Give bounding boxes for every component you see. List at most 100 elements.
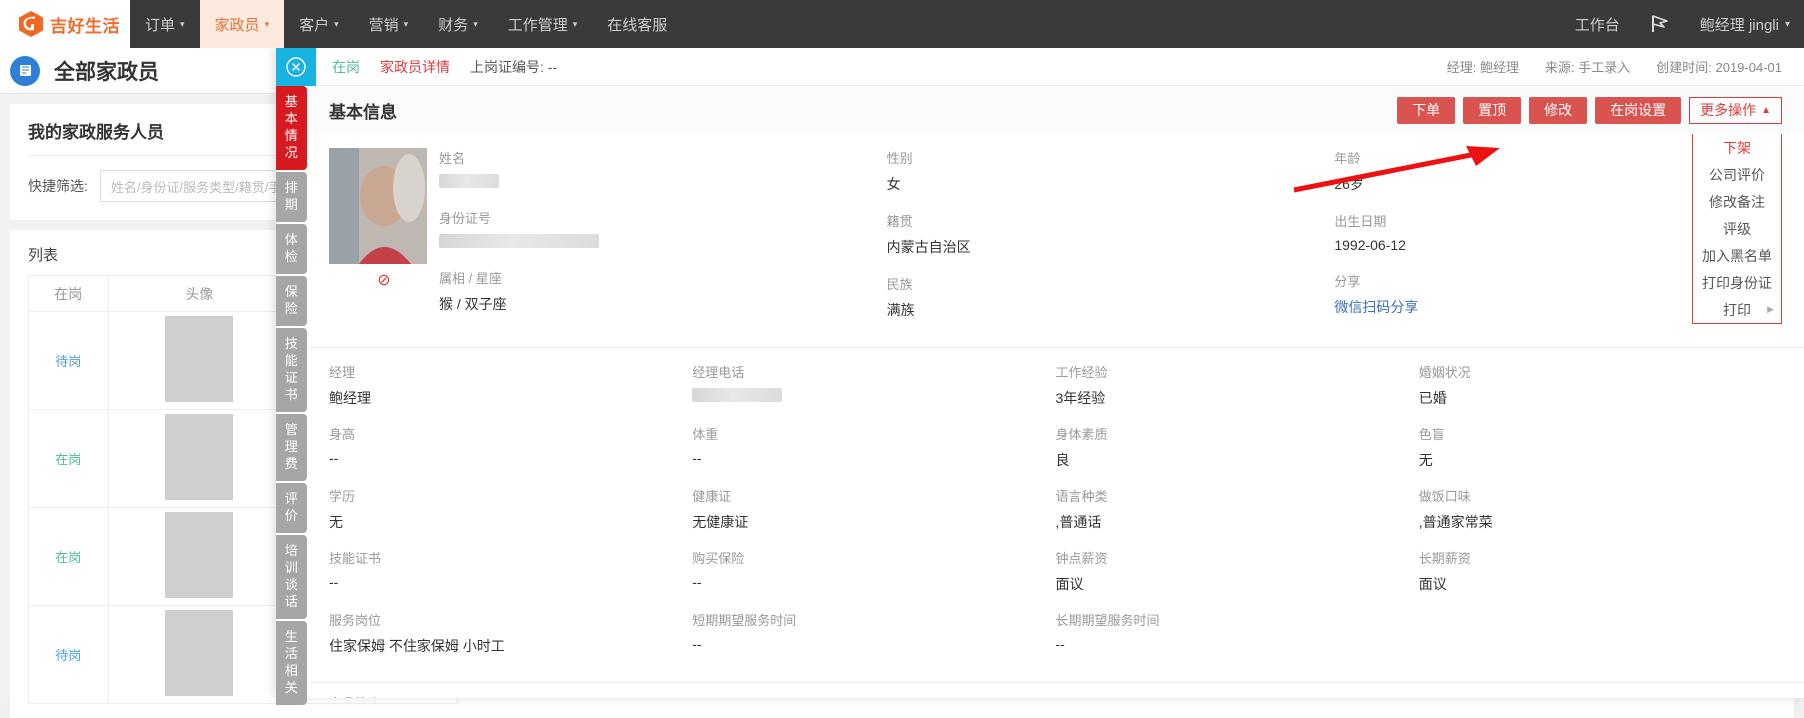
field-value: 已婚 [1418,390,1447,406]
field: 身高 -- [329,424,692,470]
field-label: 色盲 [1418,427,1445,442]
nav-item-1[interactable]: 家政员 ▾ [199,0,285,48]
vtab-char: 况 [284,145,299,160]
dropdown-item-4[interactable]: 加入黑名单 [1693,242,1781,269]
vtab-3[interactable]: 保险 [276,276,307,326]
ban-icon: ⊘ [377,272,391,289]
row-status: 待岗 [28,311,109,410]
vtab-char: 体 [284,232,299,247]
dropdown-item-label: 加入黑名单 [1702,247,1772,264]
dropdown-item-6[interactable]: 打印 ▶ [1693,296,1781,323]
nav-item-0[interactable]: 订单 ▾ [130,0,200,48]
brand-logo-area[interactable]: 吉好生活 [0,0,130,48]
workbench-link[interactable]: 工作台 [1561,0,1634,48]
dropdown-item-label: 评级 [1723,220,1751,237]
vtab-2[interactable]: 体检 [276,224,307,274]
vtab-char: 关 [284,680,299,695]
field-value: -- [329,574,339,590]
modal-top-left: 在岗 家政员详情 上岗证编号: -- [316,57,557,77]
vtab-6[interactable]: 评价 [276,483,307,533]
dropdown-item-5[interactable]: 打印身份证 [1693,269,1781,296]
more-actions-button[interactable]: 更多操作 ▲ [1689,96,1782,124]
vtab-char: 培 [284,543,299,558]
vtab-char: 排 [284,180,299,195]
field: 健康证 无健康证 [692,486,1055,532]
vtab-8[interactable]: 生活相关 [276,621,307,705]
nav-item-label: 家政员 [214,16,260,34]
field-value [692,388,1035,405]
vtab-5[interactable]: 管理费 [276,414,307,481]
nav-item-label: 财务 [438,16,469,34]
vtab-1[interactable]: 排期 [276,172,307,222]
vtab-char: 情 [284,128,299,143]
chevron-down-icon: ▾ [572,18,578,29]
dropdown-item-3[interactable]: 评级 [1693,215,1781,242]
dropdown-item-2[interactable]: 修改备注 [1693,188,1781,215]
detail-row: 学历无健康证 无健康证 语言种类 ,普通话 做饭口味 ,普通家常菜 [329,486,1782,548]
dropdown-item-1[interactable]: 公司评价 [1693,161,1781,188]
flag-icon[interactable] [1634,0,1686,48]
masked-value [692,388,783,402]
vtab-0[interactable]: 基本情况 [276,86,307,170]
field-value: 面议 [1418,576,1447,592]
vtab-char: 生 [284,629,299,644]
field-value: ,普通家常菜 [1418,514,1493,530]
nav-item-label: 营销 [368,16,399,34]
detail-tab[interactable]: 家政员详情 [380,57,450,77]
detail-row: 身高 -- 体重 -- 身体素质良色盲无 [329,424,1782,486]
action-button-2[interactable]: 修改 [1529,96,1588,124]
field-value: 内蒙古自治区 [886,239,971,255]
dropdown-item-label: 下架 [1723,139,1751,156]
profile-fields: 姓名 身份证号 属相 / 星座猴 / 双子座 性别女籍贯 内蒙古自治区 民族 满族 年龄 26岁… [439,148,1782,337]
close-icon[interactable] [276,48,316,86]
user-menu[interactable]: 鲍经理 jingli ▾ [1686,0,1804,48]
bio-label: 自我简介 [329,693,1782,698]
vtab-char: 话 [284,594,299,609]
photo-column: ⊘ [329,148,439,337]
field-label: 性别 [886,151,913,166]
bio-section: 自我简介 [307,683,1804,698]
modal-top-bar: 在岗 家政员详情 上岗证编号: -- 经理: 鲍经理 来源: 手工录入 创建时间… [316,48,1804,86]
field: 姓名 [439,148,867,191]
vtab-char: 评 [284,491,299,506]
profile-col2: 性别女籍贯 内蒙古自治区 民族 满族 [887,148,1335,337]
field-value: 女 [886,176,901,192]
vtab-char: 训 [284,560,299,575]
field-label: 体重 [692,427,719,442]
vtab-7[interactable]: 培训谈话 [276,535,307,619]
detail-row: 服务岗位 住家保姆 不住家保姆 小时工 短期期望服务时间 -- 长期期望服务时间 -- [329,610,1782,672]
nav-item-2[interactable]: 客户 ▾ [284,0,354,48]
dropdown-item-0[interactable]: 下架 [1693,134,1781,161]
field-label: 钟点薪资 [1055,551,1108,566]
field-label: 经理电话 [692,365,745,380]
field-value: 3年经验 [1055,390,1106,406]
vtab-char: 期 [284,197,299,212]
field-label: 学历 [329,489,356,504]
chevron-right-icon: ▶ [1767,304,1774,314]
nav-item-6[interactable]: 在线客服 [592,0,682,48]
action-button-3[interactable]: 在岗设置 [1595,96,1682,124]
nav-item-3[interactable]: 营销 ▾ [354,0,424,48]
field-label: 身份证号 [439,211,492,226]
action-button-0[interactable]: 下单 [1397,96,1456,124]
detail-rows-section: 经理 鲍经理 经理电话 工作经验 3年经验 婚姻状况 已婚 身高 -- 体重 -- 身体素质良色盲无学… [307,348,1804,683]
masked-value [439,234,599,248]
modal-body: 基本信息 下单 置顶 修改 在岗设置 更多操作 ▲ 下架 公司评价 修改备注 评级 加入黑名单… [307,86,1804,698]
nav-item-5[interactable]: 工作管理 ▾ [493,0,593,48]
dropdown-item-label: 打印身份证 [1702,274,1772,291]
vtab-char: 价 [284,508,299,523]
field: 经理 鲍经理 [329,362,692,408]
field-label: 身体素质 [1055,427,1108,442]
field: 经理电话 [692,362,1055,408]
nav-item-4[interactable]: 财务 ▾ [423,0,493,48]
vtab-char: 基 [284,94,299,109]
vtab-4[interactable]: 技能证书 [276,328,307,412]
field: 语言种类 ,普通话 [1056,486,1419,532]
field-label: 短期期望服务时间 [692,613,797,628]
action-button-1[interactable]: 置顶 [1463,96,1522,124]
row-avatar [107,311,292,410]
field-label: 工作经验 [1055,365,1108,380]
chevron-down-icon: ▾ [473,18,478,29]
nav-item-label: 订单 [145,16,176,34]
